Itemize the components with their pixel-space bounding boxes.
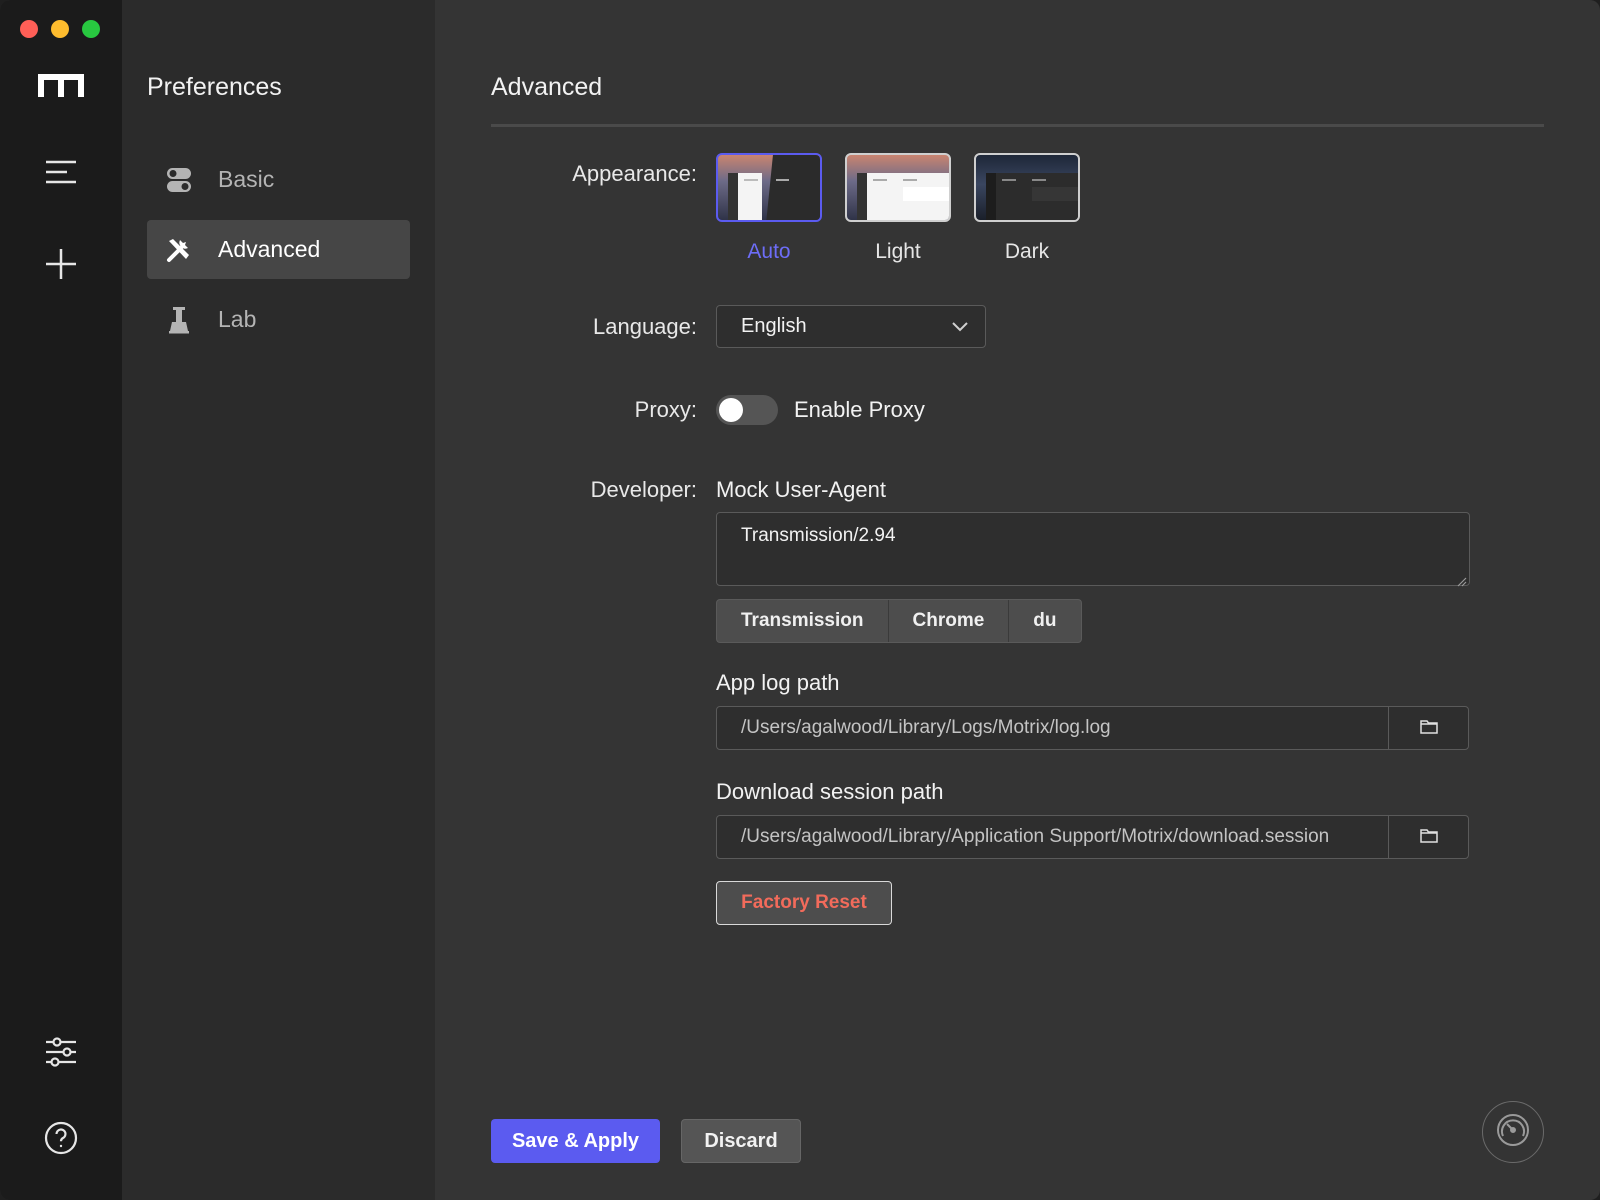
preferences-sidebar: Preferences Basic Advanced Lab xyxy=(122,0,435,1200)
preset-chrome-button[interactable]: Chrome xyxy=(889,600,1010,642)
menu-icon[interactable] xyxy=(37,148,85,196)
folder-icon xyxy=(1419,718,1438,739)
proxy-label: Proxy: xyxy=(634,397,697,422)
app-log-path-field: /Users/agalwood/Library/Logs/Motrix/log.… xyxy=(716,706,1469,750)
mock-user-agent-label: Mock User-Agent xyxy=(716,477,886,502)
theme-option-dark[interactable]: Dark xyxy=(974,153,1080,264)
chevron-down-icon xyxy=(951,318,969,342)
open-log-folder-button[interactable] xyxy=(1388,707,1468,749)
help-circle-icon[interactable] xyxy=(37,1114,85,1162)
sidebar-item-label: Basic xyxy=(218,166,275,192)
download-session-path-field: /Users/agalwood/Library/Application Supp… xyxy=(716,815,1469,859)
plus-icon[interactable] xyxy=(37,240,85,288)
download-session-path-value[interactable]: /Users/agalwood/Library/Application Supp… xyxy=(717,816,1388,858)
theme-auto-thumbnail xyxy=(716,153,822,222)
open-session-folder-button[interactable] xyxy=(1388,816,1468,858)
proxy-toggle[interactable] xyxy=(716,395,778,425)
main-panel: Advanced Appearance: Auto Light Dark Lan… xyxy=(435,0,1600,1200)
app-log-path-label: App log path xyxy=(716,670,840,695)
theme-option-label: Dark xyxy=(1004,240,1050,263)
theme-option-auto[interactable]: Auto xyxy=(716,153,822,264)
sidebar-item-lab[interactable]: Lab xyxy=(147,290,410,349)
toggles-icon xyxy=(165,166,193,194)
tools-icon xyxy=(165,236,193,264)
flask-icon xyxy=(165,306,193,334)
window-controls xyxy=(20,20,100,38)
download-session-path-label: Download session path xyxy=(716,779,944,804)
motrix-logo-icon[interactable] xyxy=(37,62,85,110)
close-window-button[interactable] xyxy=(20,20,38,38)
page-title: Advanced xyxy=(491,73,603,101)
sidebar-title: Preferences xyxy=(147,73,282,101)
appearance-label: Appearance: xyxy=(572,161,697,186)
zoom-window-button[interactable] xyxy=(82,20,100,38)
sidebar-item-basic[interactable]: Basic xyxy=(147,150,410,209)
app-log-path-value[interactable]: /Users/agalwood/Library/Logs/Motrix/log.… xyxy=(717,707,1388,749)
sidebar-item-label: Lab xyxy=(218,306,257,332)
app-window: Preferences Basic Advanced Lab Advanced … xyxy=(0,0,1600,1200)
discard-button[interactable]: Discard xyxy=(681,1119,801,1163)
sliders-icon[interactable] xyxy=(37,1028,85,1076)
user-agent-textarea[interactable]: Transmission/2.94 xyxy=(716,512,1470,586)
theme-light-thumbnail xyxy=(845,153,951,222)
theme-option-light[interactable]: Light xyxy=(845,153,951,264)
toggle-knob xyxy=(719,398,743,422)
language-select[interactable]: English xyxy=(716,305,986,348)
developer-label: Developer: xyxy=(590,477,697,502)
minimize-window-button[interactable] xyxy=(51,20,69,38)
preset-transmission-button[interactable]: Transmission xyxy=(717,600,889,642)
language-value: English xyxy=(741,315,807,337)
speedometer-button[interactable] xyxy=(1482,1101,1544,1163)
theme-option-label: Auto xyxy=(747,240,791,263)
title-divider xyxy=(491,124,1544,127)
speedometer-icon xyxy=(1495,1112,1531,1153)
sidebar-item-label: Advanced xyxy=(218,236,321,262)
theme-option-label: Light xyxy=(875,240,921,263)
factory-reset-button[interactable]: Factory Reset xyxy=(716,881,892,925)
enable-proxy-label: Enable Proxy xyxy=(794,397,925,422)
icon-rail xyxy=(0,0,122,1200)
theme-dark-thumbnail xyxy=(974,153,1080,222)
preset-du-button[interactable]: du xyxy=(1009,600,1080,642)
user-agent-presets: Transmission Chrome du xyxy=(716,599,1082,643)
resize-grip-icon[interactable] xyxy=(1457,574,1467,592)
save-apply-button[interactable]: Save & Apply xyxy=(491,1119,660,1163)
language-label: Language: xyxy=(593,314,697,339)
sidebar-item-advanced[interactable]: Advanced xyxy=(147,220,410,279)
folder-icon xyxy=(1419,827,1438,848)
